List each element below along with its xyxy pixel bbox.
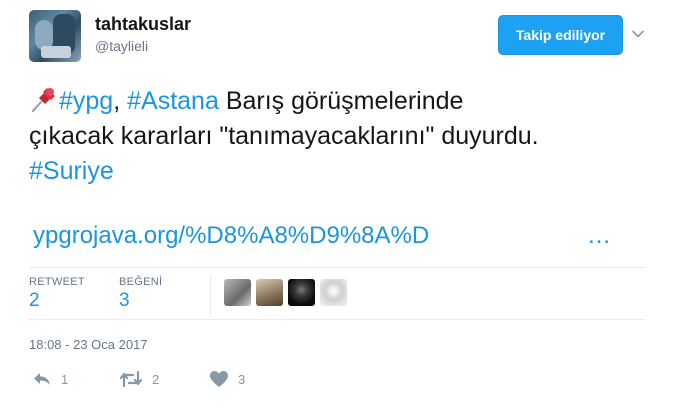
user-display-name[interactable]: tahtakuslar [95, 14, 191, 35]
like-stat-count[interactable]: 3 [119, 290, 130, 312]
stats-separator [210, 276, 211, 316]
reply-icon [34, 373, 50, 385]
user-handle[interactable]: @taylieli [95, 38, 148, 54]
avatar-table [41, 46, 71, 58]
chevron-down-icon[interactable] [631, 27, 645, 41]
liker-avatar-3[interactable] [288, 279, 315, 306]
tweet-timestamp[interactable]: 18:08 - 23 Oca 2017 [29, 337, 148, 352]
reply-action[interactable]: 1 [32, 370, 68, 388]
following-button-label: Takip ediliyor [515, 27, 606, 43]
liker-avatar-1[interactable] [224, 279, 251, 306]
tweet-text-line2: çıkacak kararları "tanımayacaklarını" du… [29, 122, 539, 150]
like-stat-label: BEĞENİ [119, 276, 163, 288]
following-button[interactable]: Takip ediliyor [498, 15, 623, 55]
divider-top [29, 267, 645, 268]
heart-icon [210, 371, 228, 387]
reply-count: 1 [61, 371, 69, 387]
tweet-link[interactable]: ypgrojava.org/%D8%A8%D9%8A%D [33, 222, 429, 250]
hashtag-astana[interactable]: #Astana [127, 87, 219, 115]
retweet-icon [119, 370, 143, 388]
comma: , [113, 87, 121, 115]
tweet-text-line1: Barış görüşmelerinde [218, 87, 464, 115]
tweet-text: #ypg, #Astana Barış görüşmelerinde çıkac… [29, 84, 649, 189]
liker-avatar-4[interactable] [320, 279, 347, 306]
retweet-action[interactable]: 2 [119, 370, 159, 388]
retweet-stat-label: RETWEET [29, 276, 85, 288]
retweet-action-count: 2 [152, 371, 160, 387]
hashtag-suriye[interactable]: #Suriye [29, 157, 114, 185]
liker-avatar-2[interactable] [256, 279, 283, 306]
tweet-link-ellipsis[interactable]: … [587, 222, 611, 250]
liker-avatars [224, 279, 347, 306]
like-action-count: 3 [238, 371, 246, 387]
like-action[interactable]: 3 [209, 370, 245, 388]
pushpin-icon [31, 88, 55, 113]
divider-bottom [29, 319, 645, 320]
retweet-stat-count[interactable]: 2 [29, 290, 40, 312]
user-avatar[interactable] [29, 10, 81, 62]
hashtag-ypg[interactable]: #ypg [59, 87, 113, 115]
